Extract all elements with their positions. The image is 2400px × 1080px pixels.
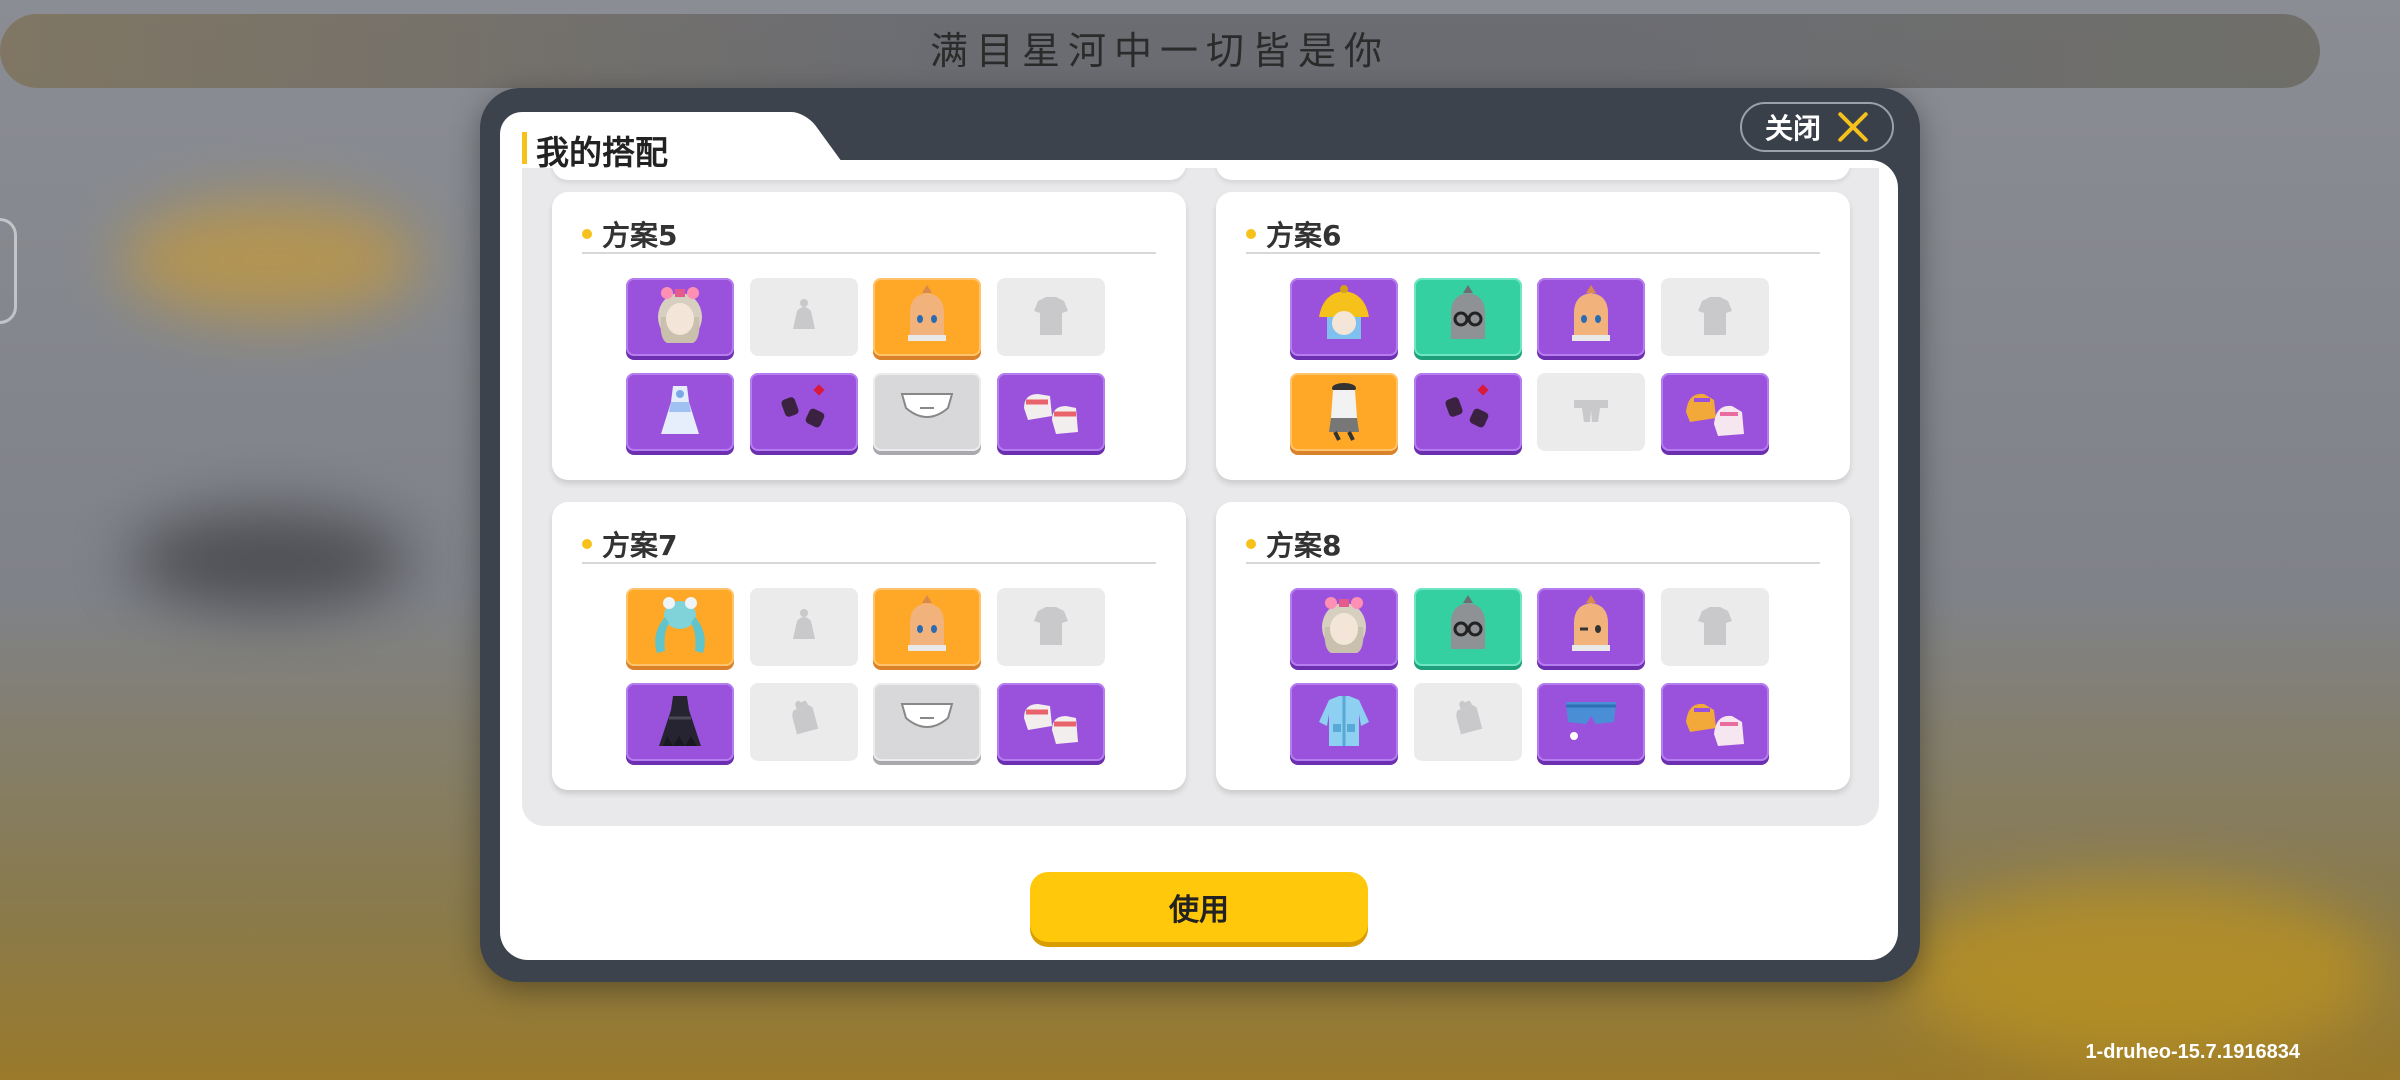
glove-placeholder-icon [1433,688,1503,756]
left-side-tab[interactable] [0,218,17,324]
outfit-card-header: 方案5 [582,206,1156,254]
background-blur-yellow [1900,880,2380,1060]
outfit-name: 方案7 [602,529,678,562]
hair-bow-icon [645,283,715,351]
sneakers-icon [1680,688,1750,756]
outfit-icon [1309,378,1379,446]
my-outfits-dialog: 我的搭配 关闭 方案5 方案6 方案7 方案8 使用 [480,88,1920,982]
close-button[interactable]: 关闭 [1740,102,1894,152]
outfit-slot-gloves[interactable] [1414,683,1522,761]
outfit-slot-face[interactable] [1537,588,1645,666]
bullet-dot-icon [1246,539,1256,549]
glasses-icon [1433,593,1503,661]
bullet-dot-icon [582,539,592,549]
sneakers-icon [1680,378,1750,446]
dialog-title: 我的搭配 [536,133,668,172]
outfit-slot-gloves[interactable] [750,683,858,761]
face-icon [892,593,962,661]
close-label: 关闭 [1764,112,1821,145]
hat-placeholder-icon [769,593,839,661]
outfit-name: 方案6 [1266,219,1342,252]
outfit-slot-dress[interactable] [626,683,734,761]
outfit-slot-hat[interactable] [750,278,858,356]
black-dress-icon [645,688,715,756]
outfit-slot-shoes[interactable] [1661,373,1769,451]
outfit-slot-dress[interactable] [626,373,734,451]
outfit-slot-shoes[interactable] [997,373,1105,451]
bullet-dot-icon [582,229,592,239]
hair-twintail-icon [645,593,715,661]
pants-placeholder-icon [1556,378,1626,446]
outfit-list[interactable]: 方案5 方案6 方案7 方案8 [522,168,1879,826]
background-blur-orange [120,200,420,320]
outfit-slot-hair[interactable] [1290,588,1398,666]
background-blur-dark [130,510,410,610]
dress-icon [645,378,715,446]
face-wink-icon [1556,593,1626,661]
hair-hat-icon [1309,283,1379,351]
outfit-name: 方案5 [602,219,678,252]
outfit-card[interactable]: 方案7 [552,502,1186,790]
glove-placeholder-icon [769,688,839,756]
outfit-slot-gloves[interactable] [1414,373,1522,451]
outfit-slot-bottom[interactable] [873,683,981,761]
outfit-card[interactable]: 方案5 [552,192,1186,480]
glasses-icon [1433,283,1503,351]
bullet-dot-icon [1246,229,1256,239]
outfit-slot-face[interactable] [873,588,981,666]
outfit-slot-outfit[interactable] [1290,373,1398,451]
outfit-slot-hair[interactable] [626,588,734,666]
outfit-slot-face[interactable] [873,278,981,356]
face-icon [892,283,962,351]
outfit-slot-bottom[interactable] [1537,373,1645,451]
outfit-card[interactable]: 方案6 [1216,192,1850,480]
previous-card-edge [1216,168,1850,180]
outfit-slot-gloves[interactable] [750,373,858,451]
shorts-icon [892,688,962,756]
outfit-card-header: 方案7 [582,516,1156,564]
outfit-slot-bottom[interactable] [873,373,981,451]
shoes-icon [1016,378,1086,446]
outfit-card[interactable]: 方案8 [1216,502,1850,790]
shirt-placeholder-icon [1680,283,1750,351]
outfit-slot-shoes[interactable] [1661,683,1769,761]
outfit-card-header: 方案6 [1246,206,1820,254]
top-banner-text: 满目星河中一切皆是你 [929,29,1390,73]
outfit-slot-jacket[interactable] [1290,683,1398,761]
gloves-icon [769,378,839,446]
shirt-placeholder-icon [1680,593,1750,661]
jacket-icon [1309,688,1379,756]
shorts-icon [892,378,962,446]
shirt-placeholder-icon [1016,283,1086,351]
outfit-slot-shoes[interactable] [997,683,1105,761]
title-accent-bar [522,132,527,164]
outfit-name: 方案8 [1266,529,1342,562]
face-icon [1556,283,1626,351]
outfit-slot-top[interactable] [1661,278,1769,356]
outfit-slot-top[interactable] [997,588,1105,666]
outfit-slot-hair[interactable] [626,278,734,356]
shoes-icon [1016,688,1086,756]
use-button[interactable]: 使用 [1030,872,1368,942]
hat-placeholder-icon [769,283,839,351]
gloves-icon [1433,378,1503,446]
version-label: 1-druheo-15.7.1916834 [2085,1041,2300,1063]
outfit-slot-hair[interactable] [1290,278,1398,356]
outfit-card-header: 方案8 [1246,516,1820,564]
outfit-slot-bottom[interactable] [1537,683,1645,761]
denim-shorts-icon [1556,688,1626,756]
close-icon [1835,110,1869,144]
hair-bow-icon [1309,593,1379,661]
outfit-slot-glasses[interactable] [1414,278,1522,356]
outfit-slot-top[interactable] [1661,588,1769,666]
outfit-slot-face[interactable] [1537,278,1645,356]
outfit-slot-top[interactable] [997,278,1105,356]
shirt-placeholder-icon [1016,593,1086,661]
outfit-slot-hat[interactable] [750,588,858,666]
outfit-slot-glasses[interactable] [1414,588,1522,666]
